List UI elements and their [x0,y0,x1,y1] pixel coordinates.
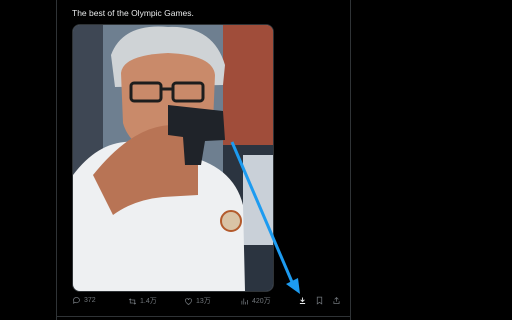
repost-icon [128,297,137,305]
download-button[interactable] [298,296,307,305]
like-count: 13万 [196,298,211,305]
tweet-actions: 372 1.4万 13万 420万 [72,296,346,312]
tweet-divider [56,316,350,317]
bookmark-button[interactable] [315,296,324,305]
right-column-border [350,0,351,320]
share-button[interactable] [332,296,341,305]
reply-count: 372 [84,297,96,304]
tweet-text: The best of the Olympic Games. [72,8,194,18]
reply-icon [72,297,80,304]
reply-button[interactable]: 372 [72,296,96,305]
like-icon [185,297,192,305]
tweet-image[interactable] [72,24,274,292]
bookmark-icon [316,296,323,305]
views-count: 420万 [252,298,271,305]
like-button[interactable]: 13万 [184,296,211,306]
repost-count: 1.4万 [140,298,157,305]
views-button[interactable]: 420万 [240,296,271,306]
share-icon [333,296,340,304]
olympic-shooter-illustration [73,25,273,291]
repost-button[interactable]: 1.4万 [128,296,157,306]
download-icon [299,297,306,304]
tweet: The best of the Olympic Games. 372 1.4万 … [56,0,350,320]
views-icon [241,298,248,304]
